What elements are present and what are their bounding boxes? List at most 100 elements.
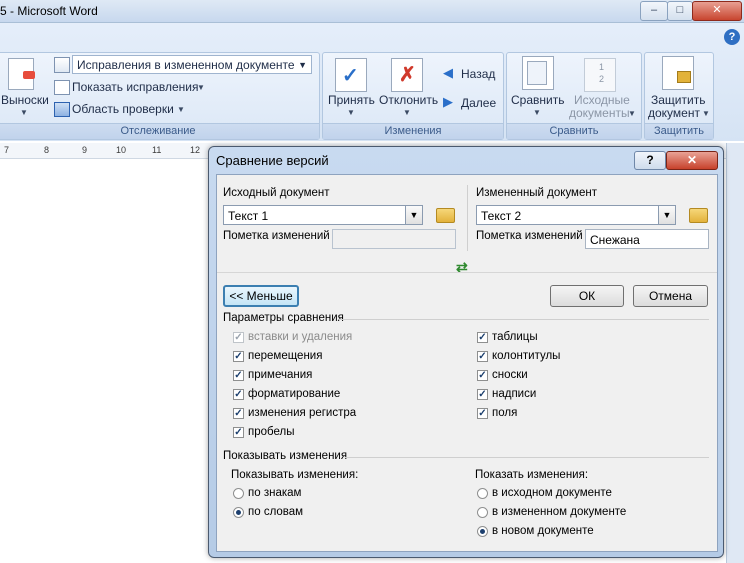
changes-group-label: Изменения	[323, 123, 503, 139]
compare-button[interactable]: Сравнить	[511, 93, 564, 107]
protect-document-icon	[662, 56, 694, 90]
show-changes-at-label: Показывать изменения:	[231, 469, 359, 481]
browse-original-folder-icon[interactable]	[436, 208, 455, 223]
footnotes-checkbox[interactable]: ✓	[477, 370, 488, 381]
show-markup-icon	[54, 80, 70, 95]
case-changes-checkbox[interactable]: ✓	[233, 408, 244, 419]
word-level-label: по словам	[248, 506, 304, 518]
ruler-mark: 11	[152, 145, 162, 155]
revised-changes-label: Пометка изменений	[476, 230, 583, 242]
next-change-button[interactable]: Далее	[461, 96, 496, 110]
balloons-icon	[8, 58, 35, 90]
footnotes-label: сноски	[492, 369, 528, 381]
formatting-checkbox[interactable]: ✓	[233, 389, 244, 400]
compare-icon	[522, 56, 554, 90]
divider	[345, 457, 709, 458]
white-space-checkbox[interactable]: ✓	[233, 427, 244, 438]
source-documents-button[interactable]: документы	[569, 106, 630, 120]
previous-change-icon: ◀	[443, 65, 453, 80]
dialog-help-button[interactable]: ?	[634, 151, 666, 170]
chevron-down-icon: ▼	[702, 109, 710, 118]
reject-button[interactable]: Отклонить	[379, 93, 438, 107]
source-documents-icon: 1 2	[584, 58, 616, 92]
show-changes-in-label: Показать изменения:	[475, 469, 589, 481]
show-changes-title: Показывать изменения	[223, 450, 348, 462]
original-document-radio[interactable]	[477, 488, 488, 499]
title-bar: 5 - Microsoft Word – □ ✕	[0, 0, 744, 23]
less-button[interactable]: << Меньше	[223, 285, 299, 307]
accept-button[interactable]: Принять	[328, 93, 375, 107]
compare-group-label: Сравнить	[507, 123, 641, 139]
new-document-radio[interactable]	[477, 526, 488, 537]
maximize-button[interactable]: □	[667, 1, 693, 21]
source-documents-label-1: Исходные	[574, 93, 630, 107]
character-level-radio[interactable]	[233, 488, 244, 499]
character-level-label: по знакам	[248, 487, 302, 499]
chevron-down-icon: ▼	[197, 83, 205, 92]
dialog-close-button[interactable]: ✕	[666, 151, 718, 170]
protect-group-label: Защитить	[645, 123, 713, 139]
chevron-down-icon: ▼	[403, 108, 411, 117]
dialog-title: Сравнение версий	[216, 153, 329, 168]
case-changes-label: изменения регистра	[248, 407, 357, 419]
window-close-button[interactable]: ✕	[692, 1, 742, 21]
compare-versions-dialog: Сравнение версий ? ✕ Исходный документ Т…	[208, 146, 724, 558]
headers-footers-checkbox[interactable]: ✓	[477, 351, 488, 362]
document-page[interactable]	[0, 159, 210, 563]
reviewing-pane-button[interactable]: Область проверки	[72, 102, 174, 116]
track-changes-icon	[54, 57, 70, 73]
chevron-down-icon: ▼	[405, 206, 422, 224]
display-for-review-value: Исправления в измененном документе	[77, 58, 295, 72]
revised-document-label: Измененный документ	[476, 187, 597, 199]
ruler-mark: 10	[116, 145, 127, 155]
vertical-scrollbar[interactable]	[726, 143, 744, 563]
divider	[339, 319, 709, 320]
comments-checkbox[interactable]: ✓	[233, 370, 244, 381]
revised-changes-field[interactable]: Снежана	[585, 229, 709, 249]
cancel-button[interactable]: Отмена	[633, 285, 708, 307]
column-divider	[467, 185, 468, 251]
comparison-settings-title: Параметры сравнения	[223, 312, 344, 324]
moves-checkbox[interactable]: ✓	[233, 351, 244, 362]
minimize-button[interactable]: –	[640, 1, 668, 21]
revised-document-radio[interactable]	[477, 507, 488, 518]
textboxes-checkbox[interactable]: ✓	[477, 389, 488, 400]
balloons-button[interactable]: Выноски	[1, 93, 49, 107]
original-document-label: Исходный документ	[223, 187, 330, 199]
display-for-review-select[interactable]: Исправления в измененном документе ▼	[72, 55, 312, 74]
original-changes-field[interactable]	[332, 229, 456, 249]
original-document-select[interactable]: Текст 1 ▼	[223, 205, 423, 225]
previous-change-button[interactable]: Назад	[461, 67, 495, 81]
protect-label-1: Защитить	[651, 93, 706, 107]
protect-document-button[interactable]: документ	[648, 106, 700, 120]
reviewing-pane-icon	[54, 102, 70, 117]
fields-checkbox[interactable]: ✓	[477, 408, 488, 419]
revised-changes-value: Снежана	[590, 233, 640, 247]
tables-checkbox[interactable]: ✓	[477, 332, 488, 343]
ruler-mark: 7	[4, 145, 10, 155]
chevron-down-icon: ▼	[628, 109, 636, 118]
dialog-body: Исходный документ Текст 1 ▼ Пометка изме…	[216, 174, 718, 552]
chevron-down-icon: ▼	[20, 108, 28, 117]
moves-label: перемещения	[248, 350, 323, 362]
browse-revised-folder-icon[interactable]	[689, 208, 708, 223]
accept-icon: ✓	[335, 58, 367, 92]
revised-document-radio-label: в измененном документе	[492, 506, 627, 518]
revised-document-select[interactable]: Текст 2 ▼	[476, 205, 676, 225]
ruler-mark: 9	[82, 145, 88, 155]
insertions-deletions-label: вставки и удаления	[248, 331, 353, 343]
original-document-value: Текст 1	[228, 209, 269, 223]
window-title: 5 - Microsoft Word	[0, 4, 98, 18]
show-markup-button[interactable]: Показать исправления	[72, 80, 199, 94]
ok-button[interactable]: ОК	[550, 285, 624, 307]
tracking-group-label: Отслеживание	[0, 123, 319, 139]
help-icon[interactable]: ?	[724, 29, 740, 45]
chevron-down-icon: ▼	[658, 206, 675, 224]
chevron-down-icon: ▼	[347, 108, 355, 117]
formatting-label: форматирование	[248, 388, 341, 400]
swap-documents-icon[interactable]: ⇄	[456, 259, 468, 276]
reject-icon: ✗	[391, 58, 423, 92]
insertions-deletions-checkbox[interactable]: ✓	[233, 332, 244, 343]
word-level-radio[interactable]	[233, 507, 244, 518]
ruler-mark: 12	[190, 145, 201, 155]
